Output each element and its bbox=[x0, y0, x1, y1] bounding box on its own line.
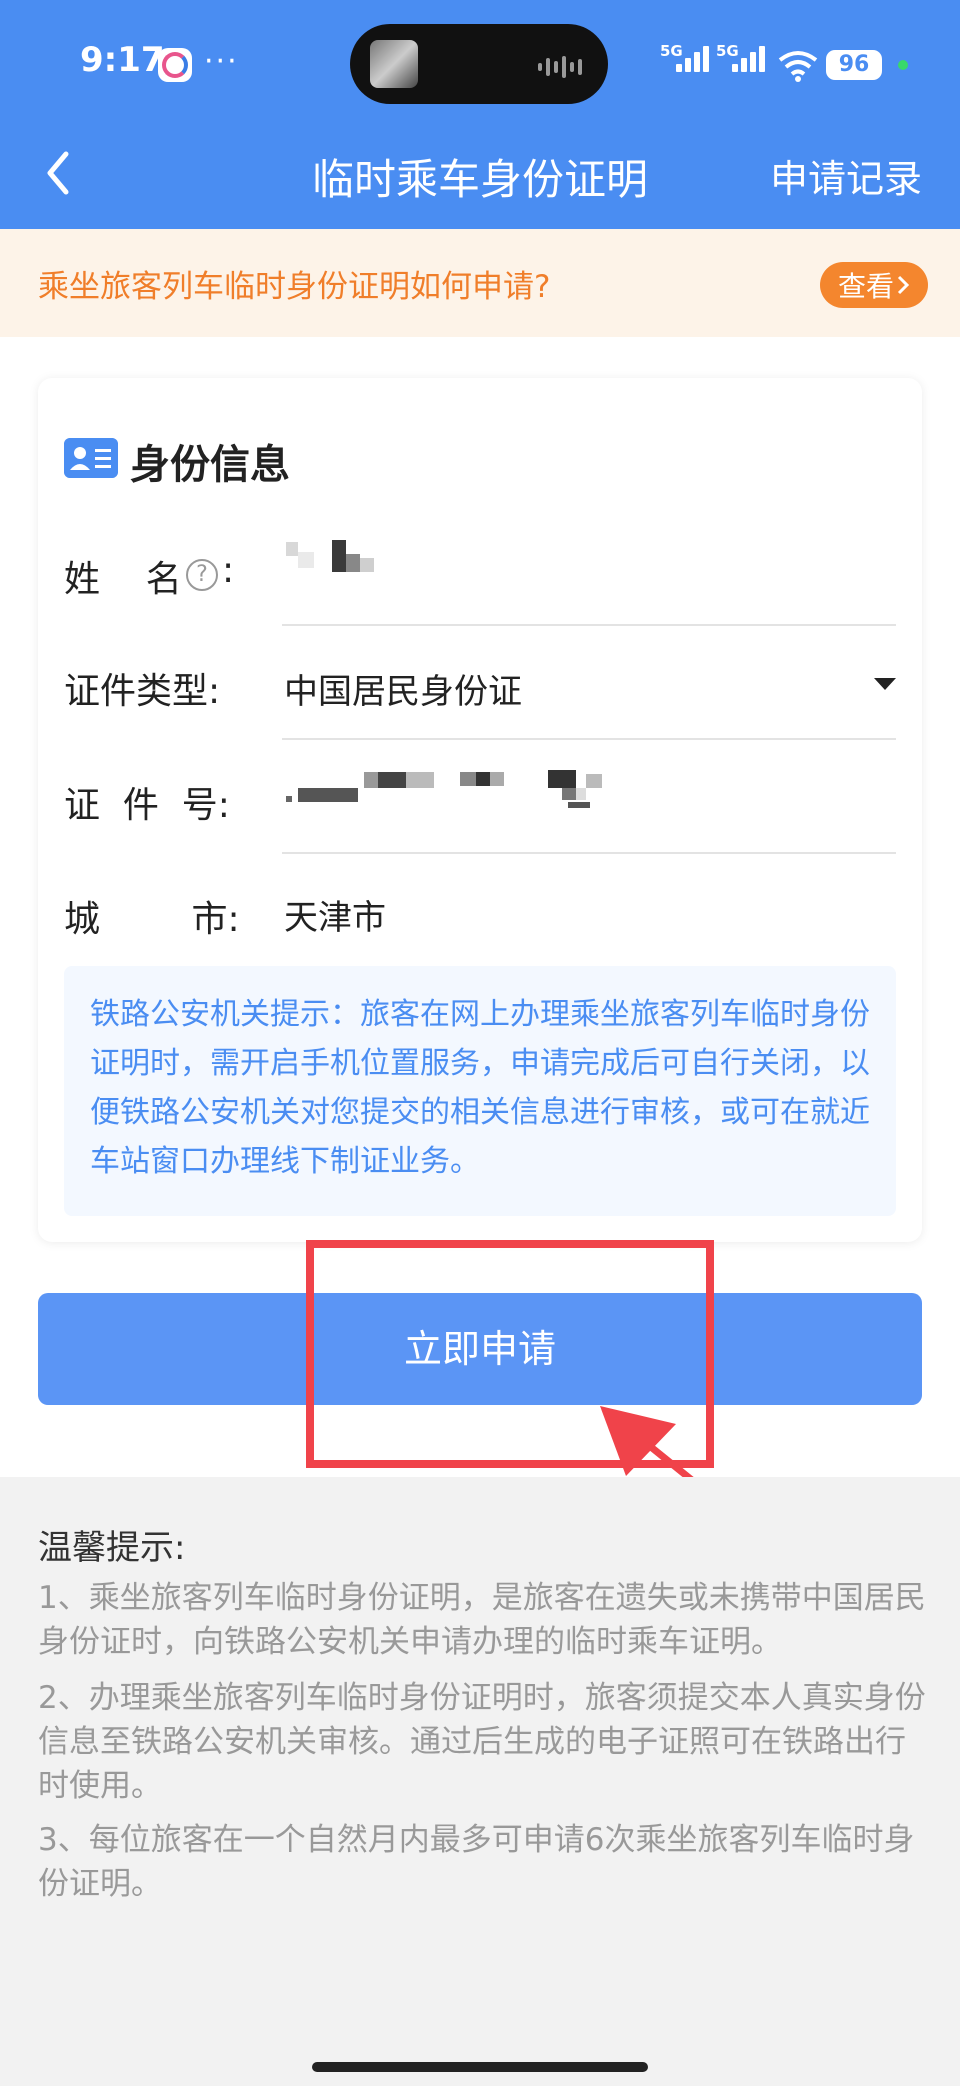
masked-id-pixel bbox=[406, 772, 434, 788]
name-label-colon: : bbox=[222, 550, 235, 591]
notice-text: 乘坐旅客列车临时身份证明如何申请? bbox=[38, 269, 551, 305]
name-underline bbox=[282, 624, 896, 626]
home-indicator[interactable] bbox=[312, 2062, 648, 2072]
media-cover-icon bbox=[370, 40, 418, 88]
masked-id-pixel bbox=[586, 774, 602, 788]
masked-id-pixel bbox=[490, 772, 504, 786]
masked-name-pixel bbox=[298, 552, 314, 568]
signal-1-icon bbox=[676, 46, 709, 72]
city-field[interactable]: 天津市 bbox=[284, 890, 386, 939]
masked-id-pixel bbox=[548, 770, 576, 788]
masked-name-pixel bbox=[286, 542, 298, 556]
masked-id-pixel bbox=[286, 796, 292, 802]
masked-id-pixel bbox=[568, 802, 590, 808]
id-number-label: 证 件 号: bbox=[64, 785, 230, 826]
id-type-label: 证件类型: bbox=[64, 671, 221, 712]
status-more-icon: ··· bbox=[204, 44, 239, 79]
dynamic-island[interactable] bbox=[350, 24, 608, 104]
masked-name-pixel bbox=[346, 554, 360, 572]
masked-name-pixel bbox=[360, 558, 374, 572]
masked-id-pixel bbox=[298, 788, 358, 802]
name-field[interactable] bbox=[284, 540, 884, 616]
warm-tip-item: 1、乘坐旅客列车临时身份证明，是旅客在遗失或未携带中国居民身份证时，向铁路公安机… bbox=[38, 1580, 926, 1660]
signal-2-icon bbox=[732, 46, 765, 72]
id-type-select[interactable]: 中国居民身份证 bbox=[284, 664, 522, 713]
dropdown-triangle-icon[interactable] bbox=[874, 678, 896, 690]
status-bar: 9:17 ··· 5G 5G 96 bbox=[0, 0, 960, 130]
masked-id-pixel bbox=[476, 772, 490, 786]
chevron-right-icon bbox=[897, 275, 910, 295]
warm-tips-title: 温馨提示: bbox=[38, 1528, 186, 1568]
id-type-underline bbox=[282, 738, 896, 740]
id-number-field[interactable] bbox=[284, 768, 894, 824]
app-notification-icon bbox=[158, 48, 192, 82]
masked-id-pixel bbox=[562, 788, 576, 800]
id-card-icon bbox=[64, 438, 118, 478]
warm-tip-item: 2、办理乘坐旅客列车临时身份证明时，旅客须提交本人真实身份信息至铁路公安机关审核… bbox=[38, 1680, 926, 1804]
masked-name-pixel bbox=[332, 540, 346, 572]
warm-tip-item: 3、每位旅客在一个自然月内最多可申请6次乘坐旅客列车临时身份证明。 bbox=[38, 1822, 915, 1902]
id-number-underline bbox=[282, 852, 896, 854]
masked-id-pixel bbox=[364, 772, 378, 788]
card-title: 身份信息 bbox=[130, 442, 290, 488]
view-guide-button[interactable]: 查看 bbox=[820, 262, 928, 308]
help-question-icon[interactable]: ? bbox=[186, 559, 218, 591]
notice-banner: 乘坐旅客列车临时身份证明如何申请? bbox=[0, 229, 960, 337]
masked-id-pixel bbox=[460, 772, 476, 786]
police-tip-text: 铁路公安机关提示：旅客在网上办理乘坐旅客列车临时身份证明时，需开启手机位置服务，… bbox=[90, 997, 870, 1179]
battery-indicator: 96 bbox=[826, 50, 882, 80]
view-guide-label: 查看 bbox=[837, 270, 894, 303]
status-time: 9:17 bbox=[80, 40, 165, 80]
privacy-indicator-dot bbox=[898, 60, 908, 70]
masked-id-pixel bbox=[378, 772, 406, 788]
application-records-link[interactable]: 申请记录 bbox=[770, 148, 922, 203]
audio-wave-icon bbox=[538, 56, 582, 78]
name-label: 姓 名 bbox=[64, 559, 182, 600]
wifi-icon bbox=[778, 51, 818, 82]
city-label: 城 市: bbox=[64, 899, 240, 940]
masked-id-pixel bbox=[576, 788, 586, 800]
